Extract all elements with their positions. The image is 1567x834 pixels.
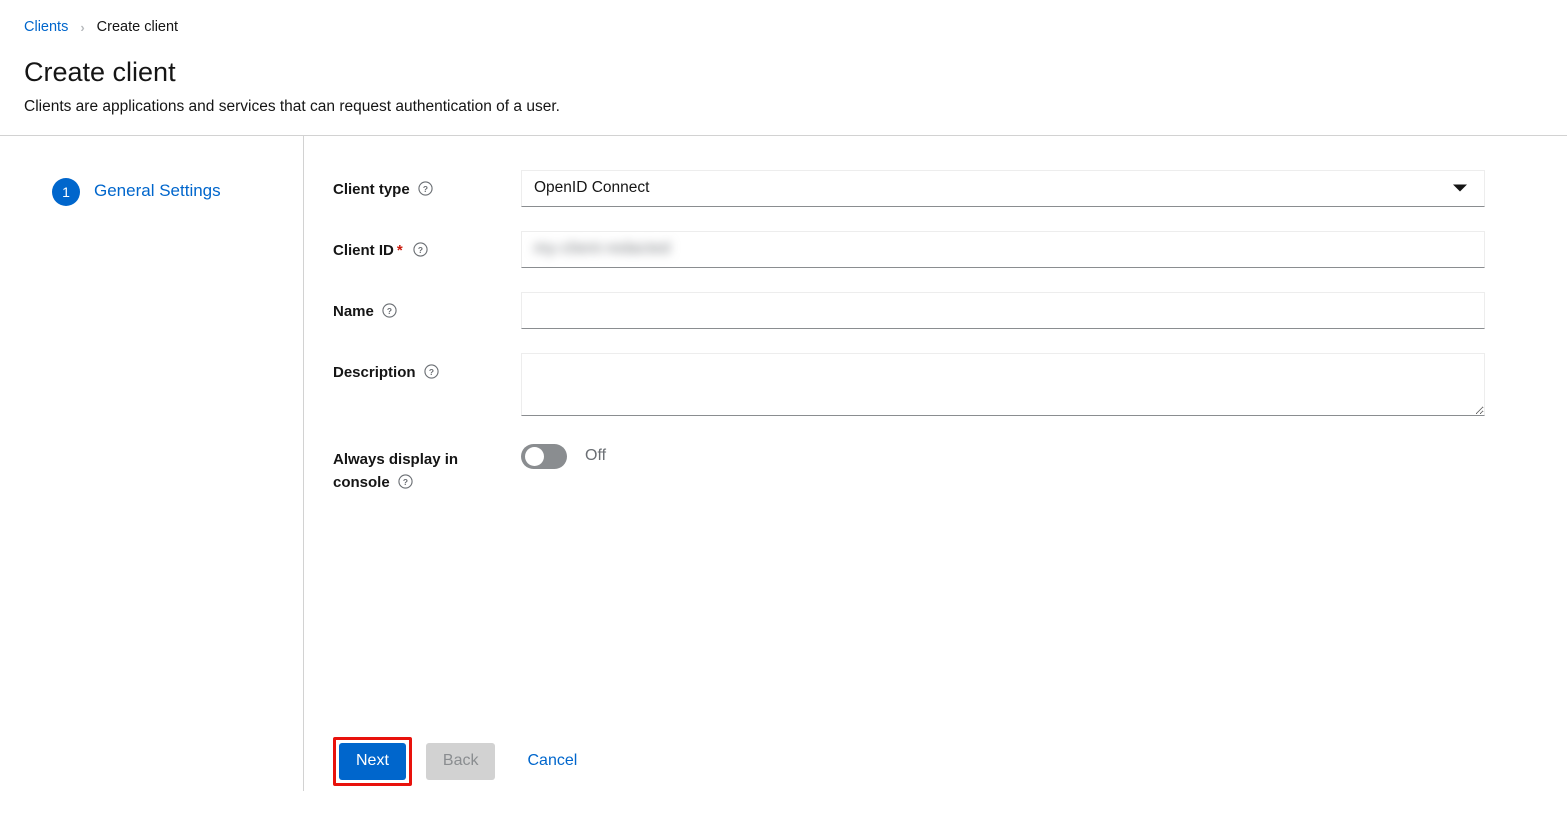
wizard-footer: Next Back Cancel bbox=[333, 736, 587, 786]
client-type-select-toggle[interactable]: OpenID Connect bbox=[521, 169, 1485, 207]
help-circle-icon[interactable]: ? bbox=[382, 302, 397, 325]
control-client-id: my-client-redacted bbox=[521, 230, 1485, 268]
required-marker: * bbox=[396, 241, 403, 259]
label-name: Name ? bbox=[333, 292, 521, 325]
client-id-input[interactable]: my-client-redacted bbox=[521, 230, 1485, 268]
wizard-step-general-settings[interactable]: 1 General Settings bbox=[0, 172, 303, 212]
wizard-main-panel: Client type ? OpenID Connect Client ID *… bbox=[304, 136, 1567, 822]
help-circle-icon[interactable]: ? bbox=[413, 241, 428, 264]
label-name-text: Name bbox=[333, 302, 374, 320]
control-description bbox=[521, 352, 1485, 416]
back-button[interactable]: Back bbox=[425, 742, 496, 780]
form-row-name: Name ? bbox=[333, 291, 1485, 329]
breadcrumb-link-clients[interactable]: Clients bbox=[24, 20, 68, 35]
always-display-toggle[interactable] bbox=[521, 443, 567, 469]
form-row-client-id: Client ID * ? my-client-redacted bbox=[333, 230, 1485, 268]
label-client-type: Client type ? bbox=[333, 170, 521, 203]
svg-text:?: ? bbox=[403, 477, 408, 487]
next-button-highlight: Next bbox=[333, 736, 412, 786]
client-type-select[interactable]: OpenID Connect bbox=[521, 169, 1485, 207]
label-client-id: Client ID * ? bbox=[333, 231, 521, 264]
form-row-always-display-in-console: Always display in console ? Off bbox=[333, 440, 1485, 497]
control-always-display-in-console: Off bbox=[521, 440, 1485, 469]
page-subtitle: Clients are applications and services th… bbox=[24, 97, 560, 115]
breadcrumb-separator-icon: › bbox=[80, 19, 85, 35]
cancel-button[interactable]: Cancel bbox=[517, 743, 587, 780]
next-button[interactable]: Next bbox=[339, 742, 406, 780]
description-textarea[interactable] bbox=[521, 352, 1485, 416]
label-client-type-text: Client type bbox=[333, 180, 410, 198]
wizard-step-nav: 1 General Settings bbox=[0, 135, 304, 791]
name-input[interactable] bbox=[521, 291, 1485, 329]
help-circle-icon[interactable]: ? bbox=[418, 180, 433, 203]
client-id-value-redacted: my-client-redacted bbox=[534, 240, 671, 258]
label-always-display-line1: Always display in bbox=[333, 450, 459, 468]
breadcrumb: Clients › Create client bbox=[24, 20, 1543, 35]
step-number-badge: 1 bbox=[52, 177, 80, 206]
always-display-state-label: Off bbox=[585, 447, 607, 465]
svg-text:?: ? bbox=[429, 367, 434, 377]
client-type-selected-value: OpenID Connect bbox=[534, 179, 650, 197]
create-client-wizard: 1 General Settings Client type ? OpenID … bbox=[0, 135, 1567, 822]
label-description-text: Description bbox=[333, 363, 416, 381]
label-description: Description ? bbox=[333, 353, 521, 386]
step-label: General Settings bbox=[94, 181, 221, 201]
control-name bbox=[521, 291, 1485, 329]
page-title: Create client bbox=[24, 56, 176, 87]
label-always-display-line2: console bbox=[333, 473, 390, 491]
form-row-client-type: Client type ? OpenID Connect bbox=[333, 169, 1485, 207]
page-header: Clients › Create client Create client Cl… bbox=[0, 0, 1567, 135]
label-always-display-in-console: Always display in console ? bbox=[333, 440, 521, 497]
control-client-type: OpenID Connect bbox=[521, 169, 1485, 207]
help-circle-icon[interactable]: ? bbox=[424, 363, 439, 386]
breadcrumb-current-create-client: Create client bbox=[96, 19, 179, 35]
help-circle-icon[interactable]: ? bbox=[398, 473, 413, 496]
svg-text:?: ? bbox=[387, 306, 392, 316]
svg-text:?: ? bbox=[423, 184, 428, 194]
label-client-id-text: Client ID bbox=[333, 241, 394, 259]
svg-text:?: ? bbox=[418, 245, 423, 255]
toggle-knob bbox=[525, 446, 544, 466]
form-row-description: Description ? bbox=[333, 352, 1485, 416]
